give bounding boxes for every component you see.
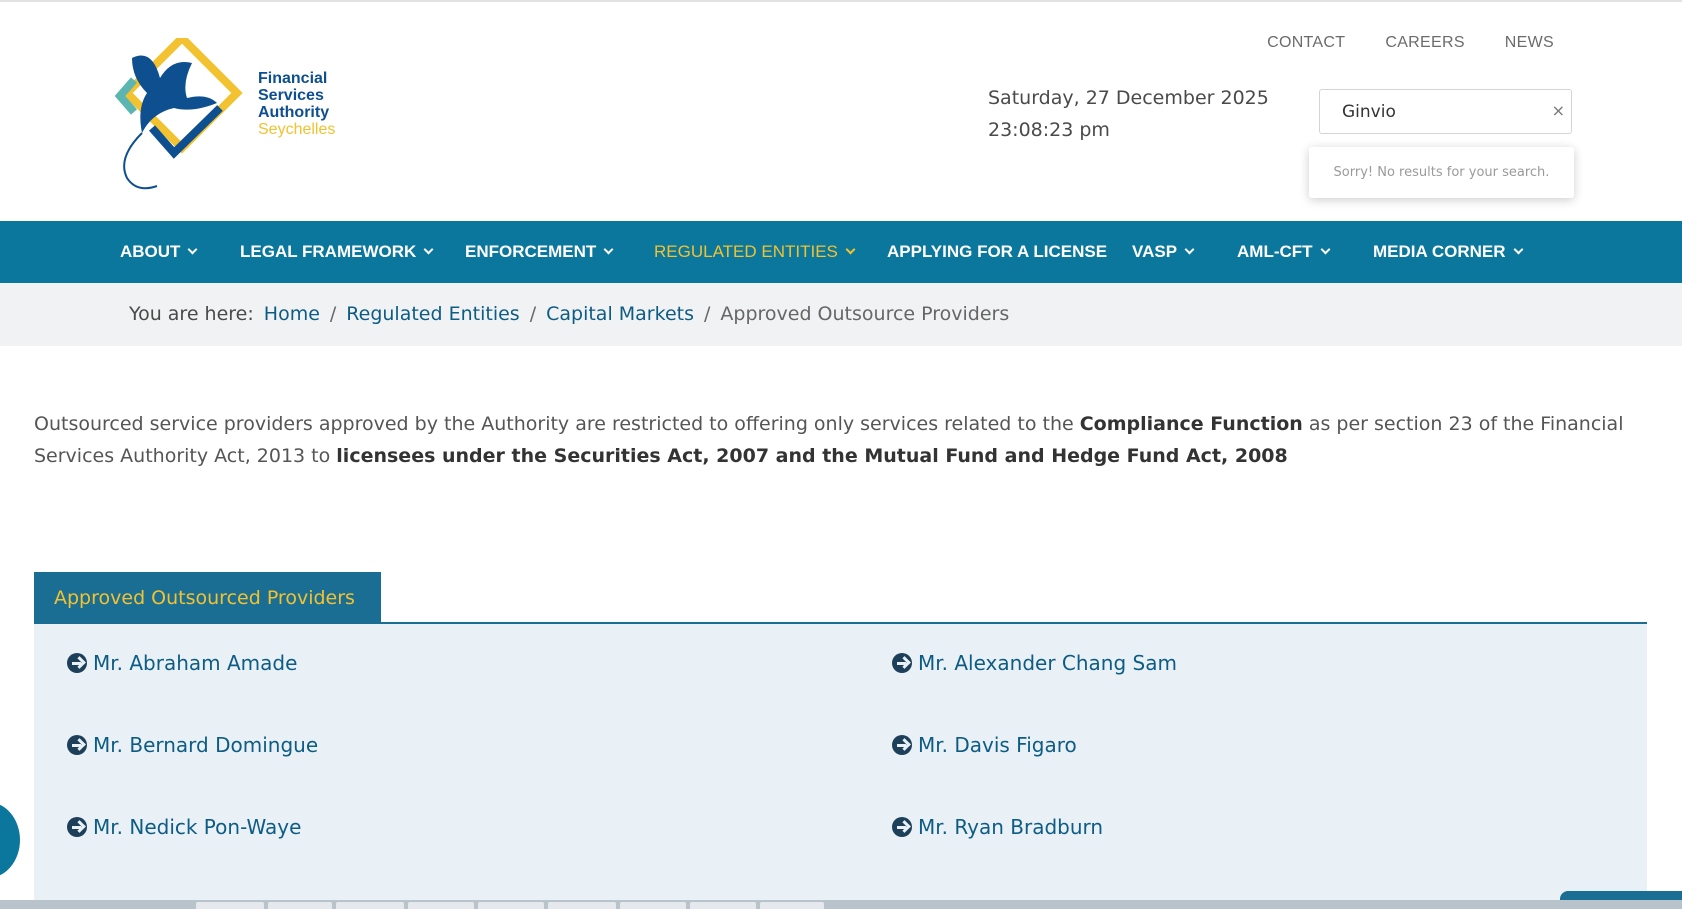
nav-item-applying-for-a-license[interactable]: APPLYING FOR A LICENSE: [887, 221, 1107, 283]
chevron-down-icon: [1320, 244, 1330, 255]
taskbar-button[interactable]: [268, 902, 332, 909]
date-time: Saturday, 27 December 2025 23:08:23 pm: [988, 82, 1269, 146]
provider-link[interactable]: Mr. Abraham Amade: [67, 651, 297, 675]
arrow-circle-right-icon: [67, 653, 87, 673]
logo-line-4: Seychelles: [258, 121, 336, 138]
chevron-down-icon: [1184, 244, 1195, 255]
arrow-circle-right-icon: [892, 735, 912, 755]
intro-bold-text: Compliance Function: [1079, 413, 1303, 435]
arrow-circle-right-icon: [67, 735, 87, 755]
provider-link[interactable]: Mr. Ryan Bradburn: [892, 815, 1103, 839]
provider-name: Mr. Bernard Domingue: [93, 733, 319, 757]
provider-name: Mr. Abraham Amade: [93, 651, 298, 675]
nav-item-label: APPLYING FOR A LICENSE: [887, 242, 1108, 261]
nav-item-label: LEGAL FRAMEWORK: [240, 242, 417, 261]
provider-name: Mr. Davis Figaro: [918, 733, 1077, 757]
intro-text: Outsourced service providers approved by…: [34, 413, 1080, 435]
arrow-circle-right-icon: [892, 653, 912, 673]
breadcrumb-separator: /: [329, 303, 337, 325]
breadcrumb-regulated-entities[interactable]: Regulated Entities: [346, 303, 519, 325]
top-links: CONTACT CAREERS NEWS: [1267, 34, 1554, 52]
os-taskbar: [0, 900, 1682, 909]
site-header: Financial Services Authority Seychelles …: [0, 2, 1682, 221]
breadcrumb-bar: You are here: Home / Regulated Entities …: [0, 283, 1682, 346]
taskbar-button[interactable]: [478, 902, 544, 909]
intro-bold-text: licensees under the Securities Act, 2007…: [336, 445, 1288, 467]
provider-name: Mr. Alexander Chang Sam: [918, 651, 1177, 675]
breadcrumb-capital-markets[interactable]: Capital Markets: [546, 303, 694, 325]
breadcrumb-separator: /: [529, 303, 537, 325]
search-results-dropdown: Sorry! No results for your search.: [1309, 147, 1574, 198]
contact-link[interactable]: CONTACT: [1267, 34, 1345, 52]
taskbar-button[interactable]: [620, 902, 686, 909]
no-results-message: Sorry! No results for your search.: [1333, 165, 1550, 180]
taskbar-button[interactable]: [336, 902, 404, 909]
breadcrumb-current: Approved Outsource Providers: [720, 303, 1010, 325]
logo-line-2: Services: [258, 87, 324, 104]
nav-item-aml-cft[interactable]: AML-CFT: [1237, 221, 1330, 283]
provider-name: Mr. Ryan Bradburn: [918, 815, 1104, 839]
nav-item-label: ENFORCEMENT: [465, 242, 597, 261]
nav-item-label: MEDIA CORNER: [1373, 242, 1506, 261]
breadcrumb-prefix: You are here:: [129, 303, 254, 325]
nav-item-label: AML-CFT: [1237, 242, 1313, 261]
chevron-down-icon: [603, 244, 614, 255]
careers-link[interactable]: CAREERS: [1385, 34, 1464, 52]
taskbar-button[interactable]: [548, 902, 616, 909]
search-input[interactable]: [1320, 90, 1530, 133]
arrow-circle-right-icon: [67, 817, 87, 837]
breadcrumb-separator: /: [703, 303, 711, 325]
nav-item-regulated-entities[interactable]: REGULATED ENTITIES: [654, 221, 856, 283]
breadcrumb: You are here: Home / Regulated Entities …: [129, 303, 1009, 325]
nav-item-label: VASP: [1132, 242, 1178, 261]
taskbar-button[interactable]: [760, 902, 824, 909]
logo-line-3: Authority: [258, 104, 330, 121]
logo-wordmark[interactable]: Financial Services Authority Seychelles: [258, 70, 335, 138]
current-date: Saturday, 27 December 2025: [988, 87, 1269, 109]
nav-item-label: REGULATED ENTITIES: [654, 242, 838, 261]
current-time: 23:08:23 pm: [988, 119, 1110, 141]
nav-item-vasp[interactable]: VASP: [1132, 221, 1195, 283]
providers-panel: Mr. Abraham Amade Mr. Alexander Chang Sa…: [34, 624, 1647, 900]
chevron-down-icon: [188, 244, 198, 255]
nav-item-about[interactable]: ABOUT: [120, 221, 198, 283]
logo-line-1: Financial: [258, 70, 328, 87]
taskbar-button[interactable]: [196, 902, 264, 909]
provider-link[interactable]: Mr. Nedick Pon-Waye: [67, 815, 301, 839]
search-box: ×: [1319, 89, 1572, 134]
chevron-down-icon: [423, 244, 434, 255]
arrow-circle-right-icon: [892, 817, 912, 837]
taskbar-button[interactable]: [408, 902, 474, 909]
chevron-down-icon: [1513, 244, 1523, 255]
provider-name: Mr. Nedick Pon-Waye: [93, 815, 302, 839]
chevron-down-icon: [845, 244, 856, 255]
tab-approved-outsourced-providers[interactable]: Approved Outsourced Providers: [34, 572, 381, 623]
main-nav: ABOUT LEGAL FRAMEWORK ENFORCEMENT REGULA…: [0, 221, 1682, 283]
news-link[interactable]: NEWS: [1505, 34, 1554, 52]
taskbar-button[interactable]: [690, 902, 756, 909]
nav-item-enforcement[interactable]: ENFORCEMENT: [465, 221, 614, 283]
floating-chat-button[interactable]: [0, 802, 20, 878]
nav-item-media-corner[interactable]: MEDIA CORNER: [1373, 221, 1523, 283]
provider-link[interactable]: Mr. Bernard Domingue: [67, 733, 318, 757]
nav-item-label: ABOUT: [120, 242, 181, 261]
intro-paragraph: Outsourced service providers approved by…: [34, 408, 1634, 472]
nav-item-legal-framework[interactable]: LEGAL FRAMEWORK: [240, 221, 434, 283]
tab-label: Approved Outsourced Providers: [54, 586, 355, 609]
provider-link[interactable]: Mr. Davis Figaro: [892, 733, 1077, 757]
clear-search-icon[interactable]: ×: [1552, 101, 1565, 120]
provider-link[interactable]: Mr. Alexander Chang Sam: [892, 651, 1177, 675]
breadcrumb-home[interactable]: Home: [264, 303, 320, 325]
